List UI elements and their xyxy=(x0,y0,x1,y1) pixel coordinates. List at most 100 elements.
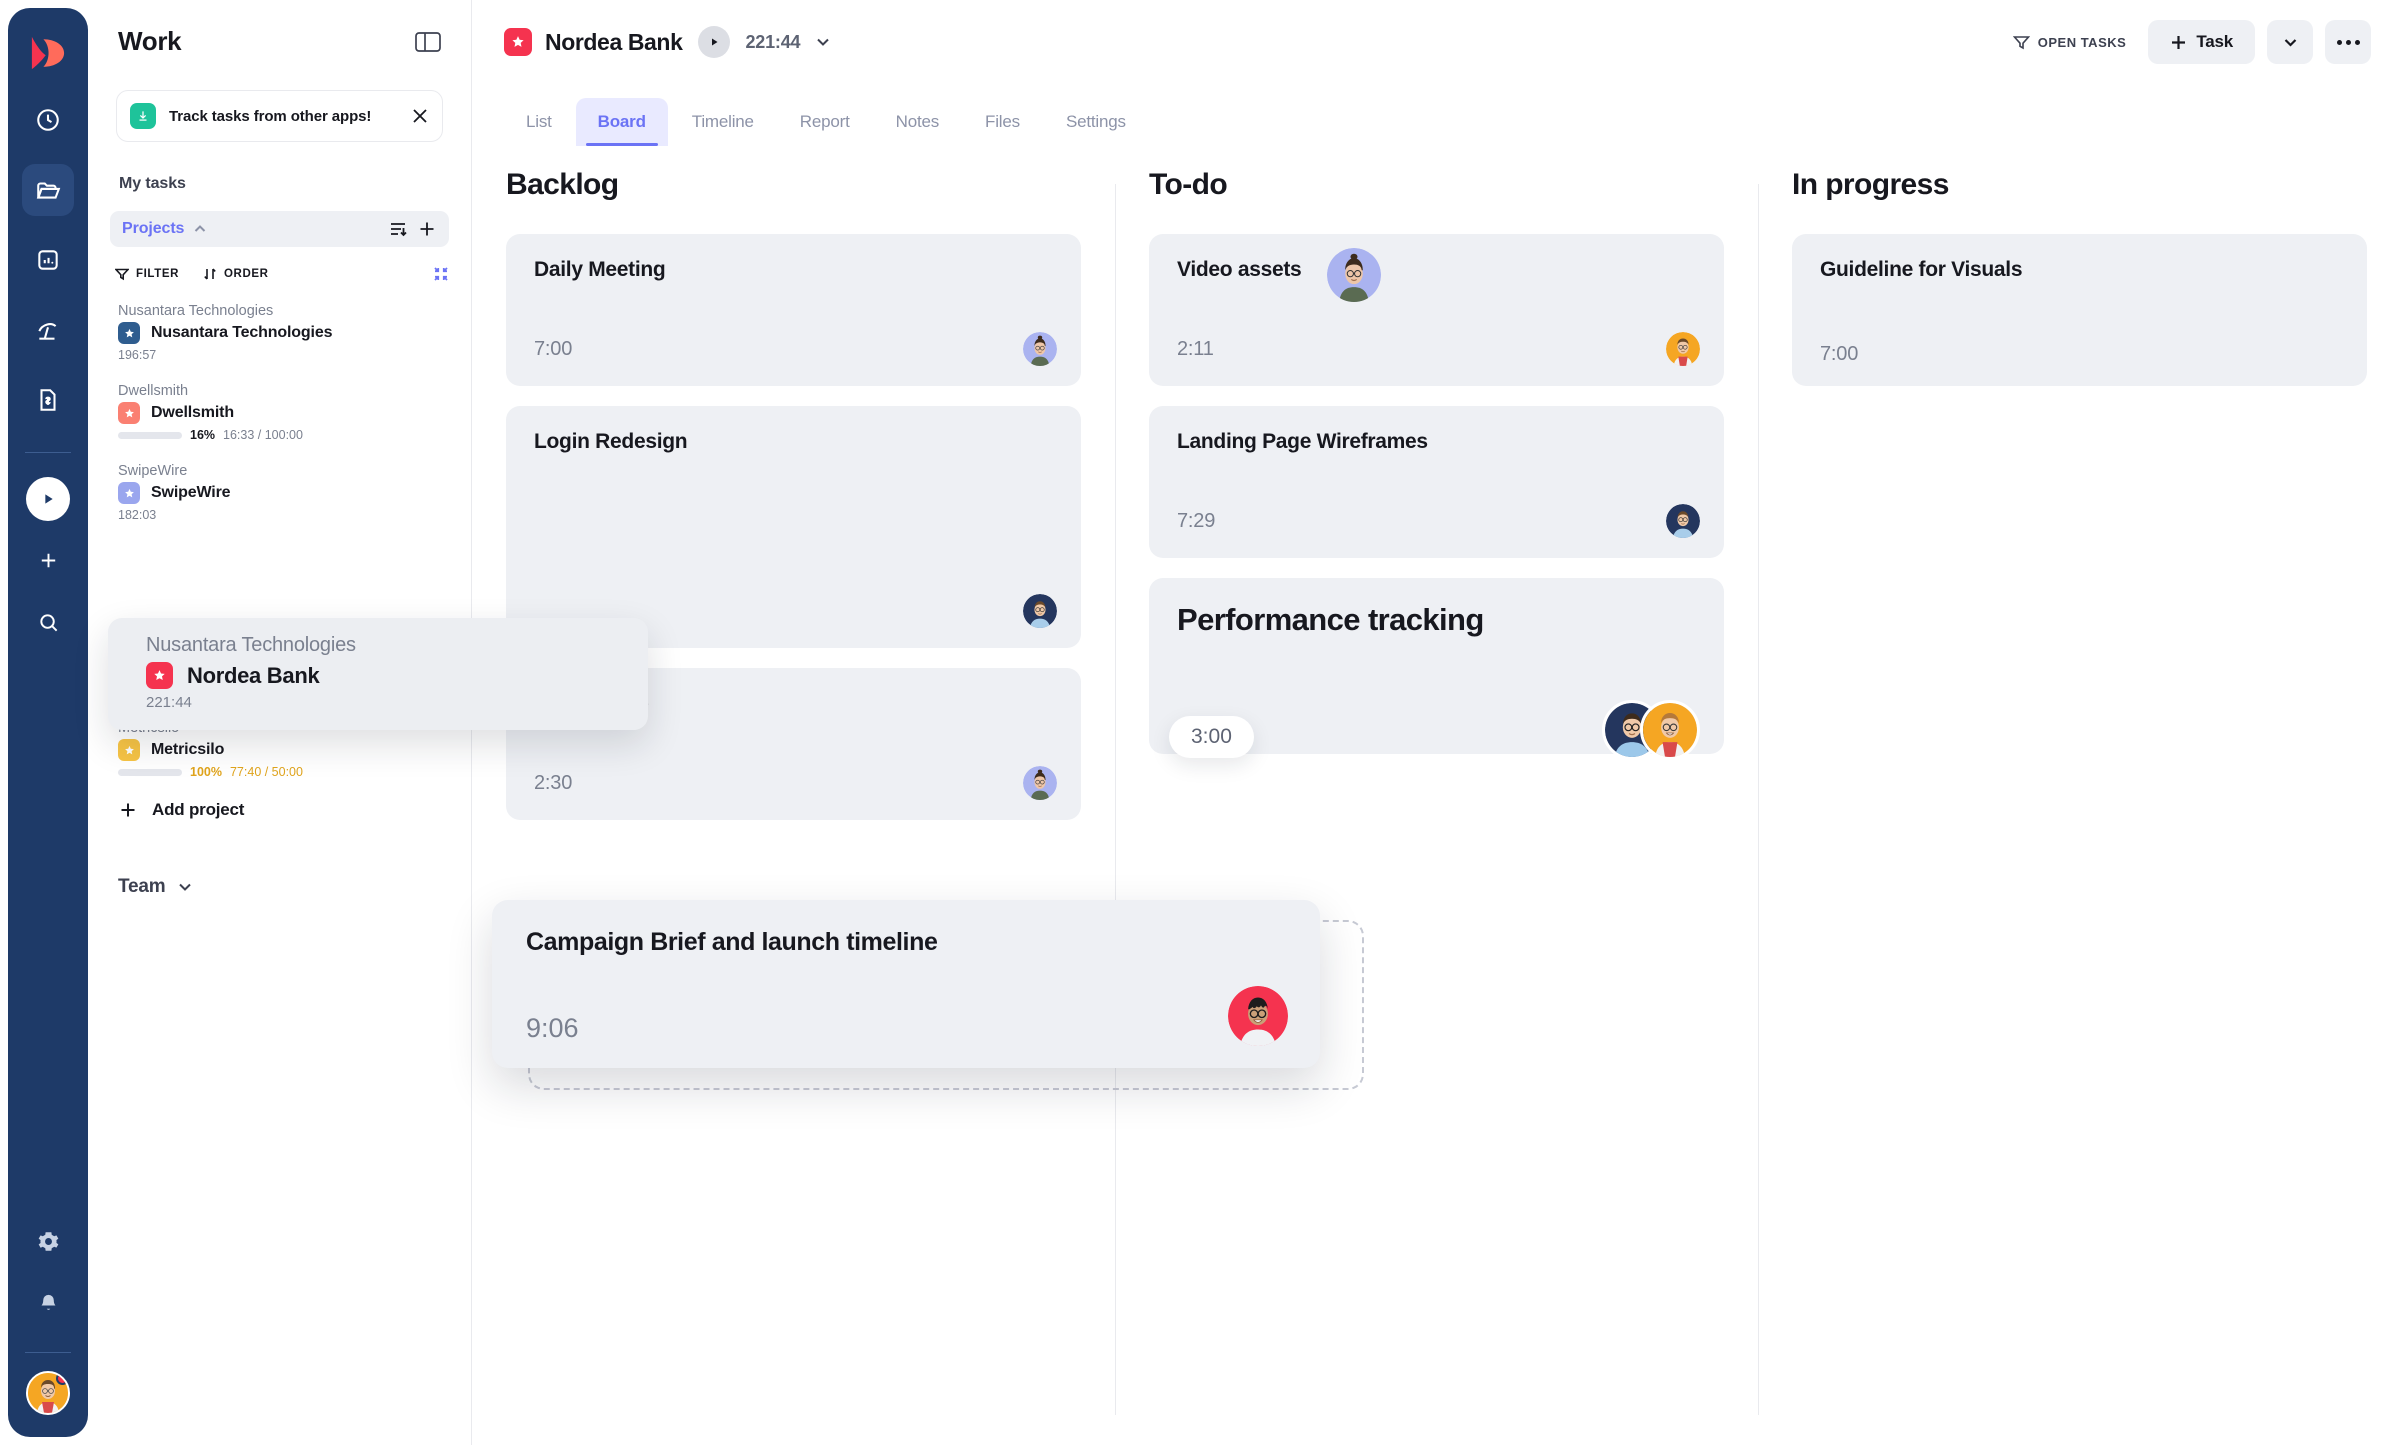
projects-label: Projects xyxy=(122,220,185,237)
promo-label: Track tasks from other apps! xyxy=(169,107,372,125)
plus-icon xyxy=(2172,35,2186,49)
rail-divider xyxy=(25,452,71,453)
project-name: SwipeWire xyxy=(151,484,231,501)
tab-notes[interactable]: Notes xyxy=(874,98,961,146)
sidebar-item-timer[interactable] xyxy=(22,94,74,146)
drag-ghost-project-card: Nusantara Technologies Nordea Bank 221:4… xyxy=(108,618,648,730)
project-timer: 221:44 xyxy=(745,31,801,52)
drag-ghost-name: Nordea Bank xyxy=(187,662,320,688)
play-icon[interactable] xyxy=(698,26,731,58)
bell-icon[interactable] xyxy=(25,1280,71,1326)
rail-bottom-group xyxy=(8,1202,88,1437)
project-badge-icon xyxy=(118,402,140,424)
project-parent: SwipeWire xyxy=(118,463,188,479)
add-project-label: Add project xyxy=(152,800,245,819)
sort-icon[interactable] xyxy=(388,219,408,239)
sidebar-item-reports[interactable] xyxy=(22,234,74,286)
dragged-task-card[interactable]: Campaign Brief and launch timeline 9:06 xyxy=(492,900,1320,1068)
task-card[interactable]: Performance tracking 3:00 xyxy=(1149,578,1724,760)
task-card[interactable]: Daily Meeting 7:00 xyxy=(506,234,1081,386)
primary-nav-rail xyxy=(8,8,88,1437)
chevron-up-icon[interactable] xyxy=(193,222,207,236)
plus-icon[interactable] xyxy=(417,219,437,239)
avatar[interactable] xyxy=(1228,986,1288,1046)
project-badge-icon xyxy=(118,739,140,761)
add-task-button[interactable]: Task xyxy=(2148,20,2255,64)
app-logo[interactable] xyxy=(25,30,71,76)
task-time: 3:00 xyxy=(1169,716,1254,758)
promo-banner[interactable]: Track tasks from other apps! xyxy=(116,90,443,142)
column-title: In progress xyxy=(1792,168,1949,201)
avatar[interactable] xyxy=(1640,700,1700,760)
tab-list[interactable]: List xyxy=(504,98,574,146)
list-item[interactable]: Dwellsmith Dwellsmith 16% 16:33 / 100:00 xyxy=(118,383,441,442)
progress-bar xyxy=(118,431,182,439)
top-toolbar: Nordea Bank 221:44 OPEN TASKS Task xyxy=(472,0,2401,84)
task-title: Campaign Brief and launch timeline xyxy=(526,928,938,956)
task-title: Daily Meeting xyxy=(534,258,666,281)
projects-section-header[interactable]: Projects xyxy=(110,211,449,247)
task-card[interactable]: Landing Page Wireframes 7:29 xyxy=(1149,406,1724,558)
tab-files[interactable]: Files xyxy=(963,98,1042,146)
filter-button[interactable]: FILTER xyxy=(115,267,179,281)
filter-icon xyxy=(2012,35,2030,49)
project-parent: Nusantara Technologies xyxy=(118,303,274,319)
tab-settings[interactable]: Settings xyxy=(1044,98,1148,146)
project-badge-icon xyxy=(118,482,140,504)
team-section-header[interactable]: Team xyxy=(88,876,471,898)
my-tasks-label[interactable]: My tasks xyxy=(119,175,471,193)
avatar[interactable] xyxy=(1023,332,1057,366)
sidebar-item-invoices[interactable] xyxy=(22,374,74,426)
board-column-in-progress: In progress Guideline for Visuals 7:00 xyxy=(1758,146,2401,1445)
tab-timeline[interactable]: Timeline xyxy=(670,98,776,146)
order-label: ORDER xyxy=(224,268,269,280)
avatar[interactable] xyxy=(1327,248,1381,302)
task-card[interactable]: Video assets 2:11 xyxy=(1149,234,1724,386)
avatar[interactable] xyxy=(1023,766,1057,800)
start-timer-button[interactable] xyxy=(26,477,70,521)
collapse-panel-icon[interactable] xyxy=(415,31,441,53)
add-button[interactable] xyxy=(25,537,71,583)
more-options-button[interactable] xyxy=(2325,20,2371,64)
avatar[interactable] xyxy=(26,1371,70,1415)
order-button[interactable]: ORDER xyxy=(203,267,269,281)
project-badge-icon xyxy=(118,322,140,344)
chevron-down-icon[interactable] xyxy=(814,33,832,51)
avatar[interactable] xyxy=(1023,594,1057,628)
task-time: 2:30 xyxy=(534,771,573,794)
close-icon[interactable] xyxy=(411,107,429,125)
project-name: Nusantara Technologies xyxy=(151,324,333,341)
progress-percent: 16% xyxy=(190,428,216,442)
open-tasks-filter-button[interactable]: OPEN TASKS xyxy=(2012,34,2127,51)
add-project-button[interactable]: Add project xyxy=(88,800,471,820)
task-title: Performance tracking xyxy=(1177,602,1484,637)
task-card[interactable]: Login Redesign xyxy=(506,406,1081,648)
tab-report[interactable]: Report xyxy=(778,98,872,146)
list-item[interactable]: Nusantara Technologies Nusantara Technol… xyxy=(118,303,441,362)
column-title: Backlog xyxy=(506,168,619,201)
sidebar-header: Work xyxy=(88,0,471,57)
chevron-down-icon xyxy=(179,883,192,891)
sidebar-item-time-off[interactable] xyxy=(22,304,74,356)
add-task-label: Task xyxy=(2196,32,2233,51)
project-parent: Dwellsmith xyxy=(118,383,189,399)
add-task-dropdown-button[interactable] xyxy=(2267,20,2313,64)
board-column-backlog: Backlog Daily Meeting 7:00 Login Redesig… xyxy=(472,146,1115,1445)
gear-icon[interactable] xyxy=(25,1218,71,1264)
project-budget: 77:40 / 50:00 xyxy=(229,765,303,779)
open-tasks-label: OPEN TASKS xyxy=(2037,34,2127,50)
search-icon[interactable] xyxy=(25,599,71,645)
kanban-board: Backlog Daily Meeting 7:00 Login Redesig… xyxy=(472,146,2401,1445)
task-time: 7:29 xyxy=(1177,509,1216,532)
avatar[interactable] xyxy=(1666,504,1700,538)
project-budget: 16:33 / 100:00 xyxy=(223,428,303,442)
sidebar-item-projects[interactable] xyxy=(22,164,74,216)
list-item[interactable]: SwipeWire SwipeWire 182:03 xyxy=(118,463,441,522)
tab-board[interactable]: Board xyxy=(575,98,668,146)
drag-ghost-time: 221:44 xyxy=(146,694,192,711)
filter-order-row: FILTER ORDER xyxy=(88,263,471,285)
task-card[interactable]: Guideline for Visuals 7:00 xyxy=(1792,234,2367,386)
filter-label: FILTER xyxy=(136,268,179,280)
avatar[interactable] xyxy=(1666,332,1700,366)
collapse-all-icon[interactable] xyxy=(433,266,449,282)
